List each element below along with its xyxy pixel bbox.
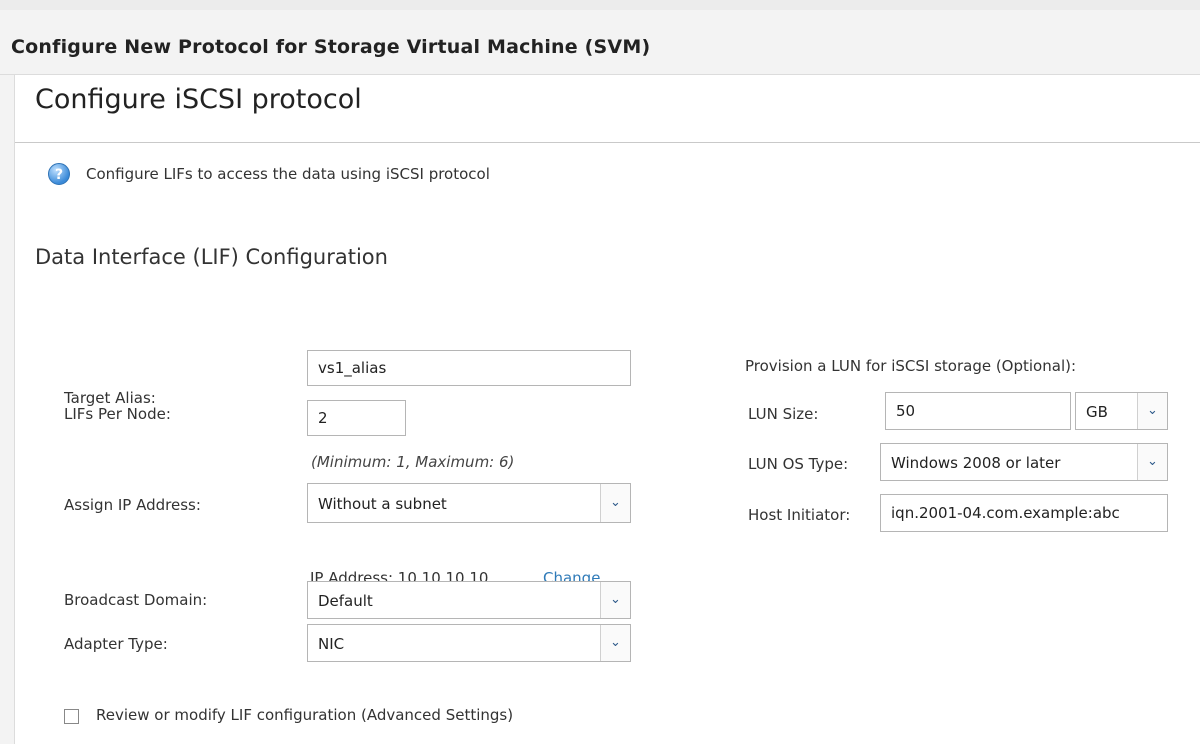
lifs-per-node-label: LIFs Per Node: [64,405,171,423]
lun-size-unit-select[interactable]: GB ⌄ [1075,392,1168,430]
window-title-bar: Configure New Protocol for Storage Virtu… [0,10,1200,75]
broadcast-domain-value: Default [318,592,373,610]
advanced-settings-checkbox[interactable] [64,709,79,724]
broadcast-domain-label: Broadcast Domain: [64,591,208,609]
lun-size-unit-value: GB [1086,403,1108,421]
adapter-type-select[interactable]: NIC ⌄ [307,624,631,662]
adapter-type-label: Adapter Type: [64,635,168,653]
assign-ip-select[interactable]: Without a subnet ⌄ [307,483,631,523]
lifs-per-node-hint: (Minimum: 1, Maximum: 6) [311,453,515,471]
advanced-settings-label[interactable]: Review or modify LIF configuration (Adva… [96,706,513,724]
top-strip [0,0,1200,10]
chevron-down-icon: ⌄ [1137,393,1167,429]
chevron-down-icon: ⌄ [1137,444,1167,480]
lun-os-type-label: LUN OS Type: [748,455,849,473]
host-initiator-label: Host Initiator: [748,506,851,524]
lun-size-input[interactable] [885,392,1071,430]
chevron-down-icon: ⌄ [600,582,630,618]
chevron-down-icon: ⌄ [600,625,630,661]
broadcast-domain-select[interactable]: Default ⌄ [307,581,631,619]
assign-ip-label: Assign IP Address: [64,496,201,514]
target-alias-input[interactable] [307,350,631,386]
host-initiator-input[interactable] [880,494,1168,532]
assign-ip-value: Without a subnet [318,495,447,513]
provision-lun-label: Provision a LUN for iSCSI storage (Optio… [745,357,1077,375]
window-title: Configure New Protocol for Storage Virtu… [11,36,651,58]
left-strip [0,75,15,744]
chevron-down-icon: ⌄ [600,484,630,522]
title-divider [15,142,1200,143]
section-title: Data Interface (LIF) Configuration [35,245,388,269]
lifs-per-node-input[interactable] [307,400,406,436]
lun-size-label: LUN Size: [748,405,819,423]
help-text: Configure LIFs to access the data using … [86,165,490,183]
adapter-type-value: NIC [318,635,345,653]
question-circle-icon[interactable]: ? [48,163,70,185]
lun-os-type-select[interactable]: Windows 2008 or later ⌄ [880,443,1168,481]
page-title: Configure iSCSI protocol [35,84,362,115]
lun-os-type-value: Windows 2008 or later [891,454,1061,472]
